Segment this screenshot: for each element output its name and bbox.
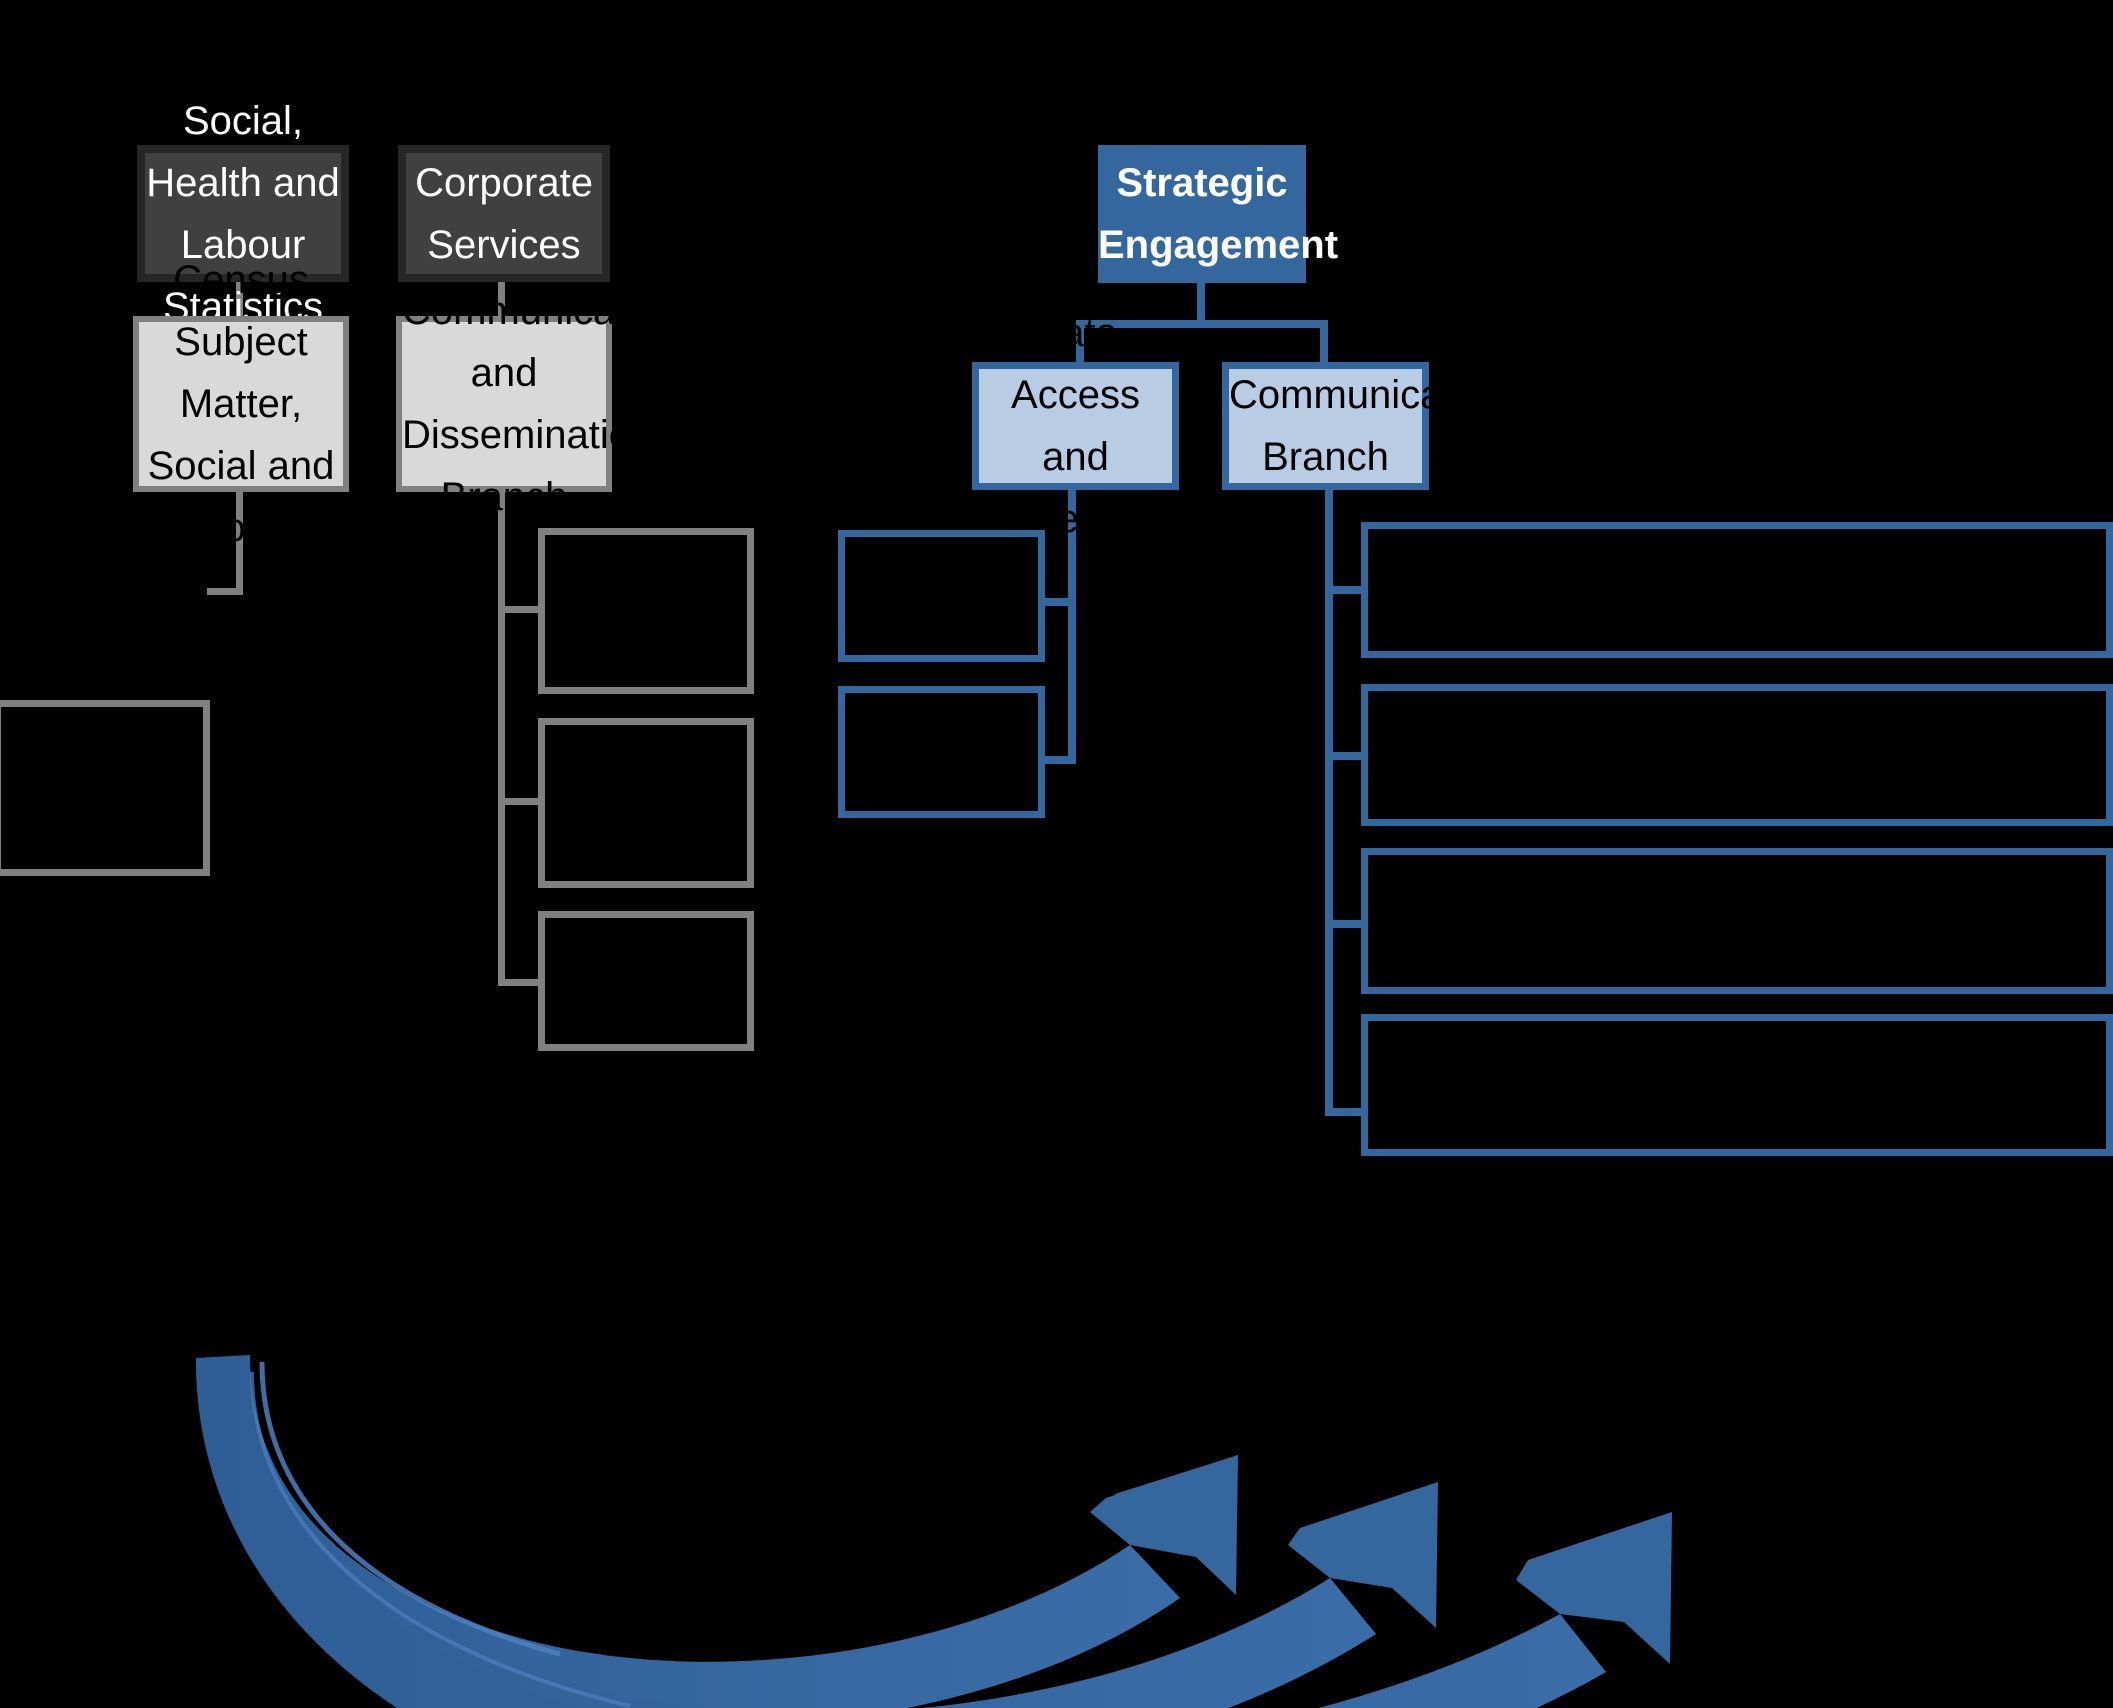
node-blank-comms-branch-1[interactable]	[1361, 522, 2113, 658]
connector-branch-b-stub-2	[498, 798, 543, 805]
connector-comms-branch-trunk	[1325, 489, 1333, 1116]
node-blank-branch-b-1[interactable]	[538, 528, 754, 694]
connector-comms-branch-stub-1	[1325, 586, 1365, 594]
node-blank-branch-b-2[interactable]	[538, 718, 754, 888]
node-label-line-1: Corporate	[415, 160, 593, 205]
node-census-subject-matter[interactable]: Census Subject Matter, Social and Demogr…	[133, 258, 377, 550]
node-label-line-1: Communications	[402, 289, 700, 333]
connector-comms-branch-stub-3	[1325, 920, 1365, 928]
node-blank-branch-b-3[interactable]	[538, 911, 754, 1051]
connector-branch-b-stub-3	[498, 979, 543, 986]
node-blank-data-access-2[interactable]	[838, 686, 1045, 818]
migration-arrow-3	[196, 1360, 1672, 1708]
node-label-line-2: Matter, Social and	[147, 382, 335, 488]
node-data-access-and-dissemination[interactable]: Data Access and Dissemination	[972, 311, 1230, 541]
connector-data-access-stub-1	[1043, 598, 1076, 606]
node-blank-branch-a-1[interactable]	[0, 700, 210, 876]
node-label-line-1: Communications	[1229, 373, 1527, 417]
connector-branch-b-trunk	[498, 490, 505, 986]
connector-branch-a-stub	[207, 588, 243, 595]
node-strategic-engagement[interactable]: Strategic Engagement	[1098, 145, 1339, 283]
node-corporate-services[interactable]: Corporate Services	[398, 145, 610, 282]
node-blank-comms-branch-2[interactable]	[1361, 684, 2113, 826]
connector-data-access-stub-2	[1043, 756, 1076, 764]
node-label-line-3: Branch	[440, 475, 568, 519]
node-blank-data-access-1[interactable]	[838, 530, 1045, 662]
node-blank-comms-branch-4[interactable]	[1361, 1014, 2113, 1156]
node-label-line-3: Demographic	[139, 506, 377, 550]
node-label-line-1: Strategic	[1116, 161, 1288, 205]
migration-arrow-1	[196, 1355, 1238, 1708]
migration-arrow-2	[196, 1358, 1438, 1708]
node-label-line-1: Census Subject	[173, 258, 309, 364]
org-chart-canvas: Social, Health and Labour Statistics Cen…	[0, 0, 2113, 1708]
node-blank-comms-branch-3[interactable]	[1361, 848, 2113, 994]
node-label-line-2: Engagement	[1098, 223, 1339, 267]
connector-strategic-right-drop	[1320, 320, 1328, 362]
node-label-line-2: Services	[427, 222, 581, 267]
connector-branch-b-stub-1	[498, 606, 543, 613]
node-communications-and-dissemination-branch[interactable]: Communications and Dissemination Branch	[396, 289, 700, 519]
node-label-line-1: Data Access and	[1011, 311, 1140, 479]
connector-comms-branch-stub-2	[1325, 752, 1365, 760]
connector-comms-branch-stub-4	[1325, 1108, 1365, 1116]
node-label-line-1: Social, Health and	[146, 98, 340, 205]
node-label-line-2: and Dissemination	[402, 351, 654, 457]
node-label-line-2: Branch	[1262, 435, 1389, 479]
node-communications-branch[interactable]: Communications Branch	[1222, 362, 1527, 490]
